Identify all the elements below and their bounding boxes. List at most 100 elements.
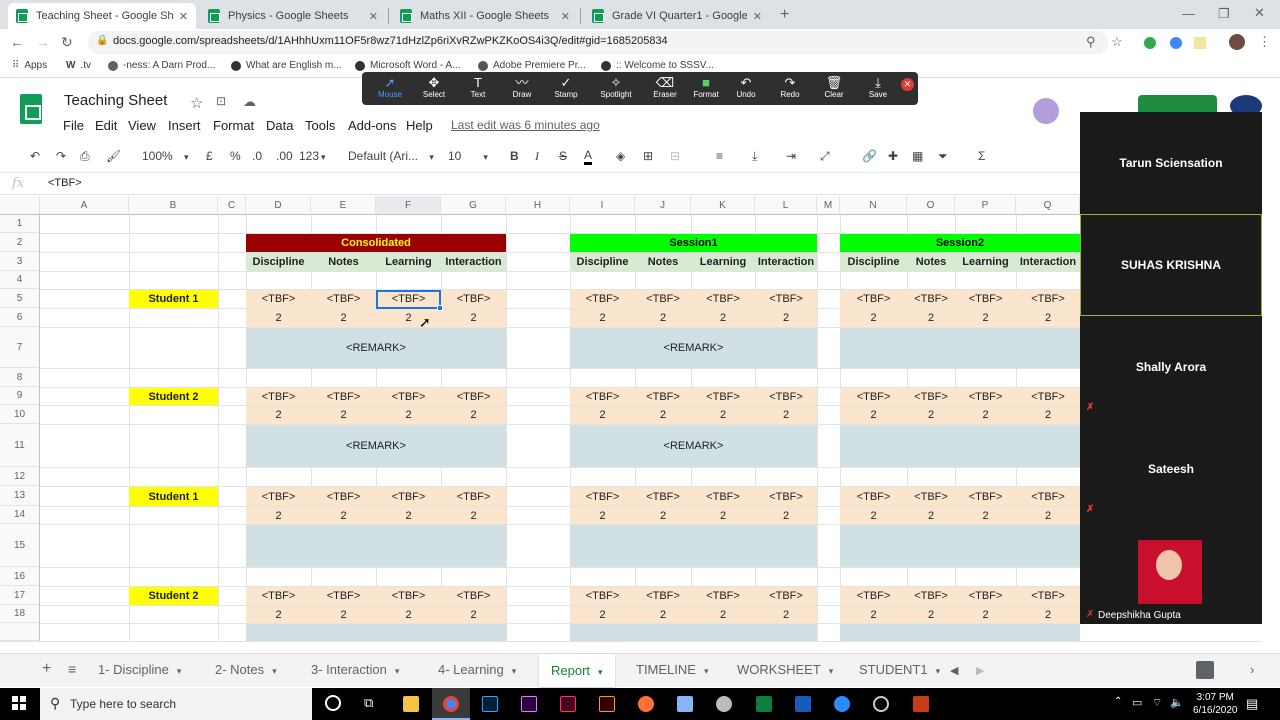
participant-tile-active-speaker[interactable]: SUHAS KRISHNA	[1080, 214, 1262, 316]
row-header[interactable]: 5	[0, 289, 40, 308]
row-header[interactable]: 14	[0, 506, 40, 524]
subheader-cell[interactable]: Interaction	[1016, 253, 1080, 271]
student-name-cell[interactable]: Student 1	[129, 487, 218, 506]
remark-cell[interactable]	[246, 624, 506, 641]
bold-button[interactable]: B	[510, 149, 519, 163]
zoom-select[interactable]: 100% ▾	[142, 149, 189, 163]
side-panel-toggle-icon[interactable]: ›	[1250, 662, 1254, 677]
student-name-cell[interactable]: Student 2	[129, 587, 218, 605]
score-cell[interactable]: 2	[1016, 606, 1080, 623]
browser-tab-grade-vi[interactable]: Grade VI Quarter1 - Google Shee ✕	[584, 3, 770, 29]
annotate-redo-button[interactable]: ↷ Redo	[767, 75, 813, 103]
bookmark-english[interactable]: What are English m...	[231, 60, 342, 71]
tbf-cell[interactable]: <TBF>	[246, 388, 311, 405]
score-cell[interactable]: 2	[441, 606, 506, 623]
app-icon[interactable]	[873, 696, 889, 712]
tbf-cell[interactable]: <TBF>	[570, 487, 635, 506]
remark-cell[interactable]	[840, 525, 1080, 567]
column-header-e[interactable]: E	[311, 196, 376, 215]
close-icon[interactable]: ✕	[561, 10, 570, 23]
extension-icon[interactable]	[1144, 37, 1156, 49]
subheader-cell[interactable]: Learning	[955, 253, 1016, 271]
column-header-i[interactable]: I	[570, 196, 635, 215]
score-cell[interactable]: 2	[840, 309, 907, 327]
task-view-icon[interactable]: ⧉	[364, 695, 373, 711]
tbf-cell[interactable]: <TBF>	[311, 388, 376, 405]
app-icon[interactable]	[716, 696, 732, 712]
browser-tab-maths[interactable]: Maths XII - Google Sheets ✕	[392, 3, 578, 29]
formula-input[interactable]: <TBF>	[48, 177, 82, 189]
remark-cell[interactable]	[840, 328, 1080, 368]
tbf-cell[interactable]: <TBF>	[840, 587, 907, 605]
tbf-cell[interactable]: <TBF>	[755, 290, 817, 308]
tbf-cell[interactable]: <TBF>	[441, 290, 506, 308]
tbf-cell[interactable]: <TBF>	[955, 587, 1016, 605]
notifications-icon[interactable]: ▤	[1246, 696, 1258, 712]
score-cell[interactable]: 2	[907, 406, 955, 424]
row-header[interactable]: 18	[0, 605, 40, 623]
explore-icon[interactable]	[1196, 661, 1214, 679]
undo-icon[interactable]: ↶	[30, 149, 40, 163]
score-cell[interactable]: 2	[907, 309, 955, 327]
participant-tile[interactable]: ✗ Sateesh	[1080, 418, 1262, 520]
score-cell[interactable]: 2	[246, 507, 311, 524]
annotate-undo-button[interactable]: ↶ Undo	[723, 75, 769, 103]
score-cell[interactable]: 2	[311, 606, 376, 623]
tbf-cell[interactable]: <TBF>	[376, 388, 441, 405]
horizontal-scrollbar[interactable]	[0, 641, 1262, 653]
menu-edit[interactable]: Edit	[95, 118, 117, 133]
scroll-tabs-right-icon[interactable]: ▶	[976, 664, 984, 677]
volume-icon[interactable]: 🔈	[1170, 696, 1184, 709]
group-header-session2[interactable]: Session2	[840, 234, 1080, 252]
firefox-icon[interactable]	[638, 696, 654, 712]
column-header-a[interactable]: A	[40, 196, 129, 215]
subheader-cell[interactable]: Notes	[635, 253, 691, 271]
bookmark-apps[interactable]: ⠿ Apps	[12, 60, 47, 71]
cortana-icon[interactable]	[325, 695, 341, 711]
student-name-cell[interactable]: Student 2	[129, 388, 218, 405]
score-cell[interactable]: 2	[246, 309, 311, 327]
score-cell[interactable]: 2	[441, 507, 506, 524]
percent-format-button[interactable]: %	[230, 149, 241, 163]
tbf-cell[interactable]: <TBF>	[311, 487, 376, 506]
tbf-cell[interactable]: <TBF>	[246, 290, 311, 308]
currency-format-button[interactable]: £	[206, 149, 213, 163]
score-cell[interactable]: 2	[691, 606, 755, 623]
score-cell[interactable]: 2	[755, 507, 817, 524]
score-cell[interactable]: 2	[955, 309, 1016, 327]
remark-cell[interactable]	[570, 525, 817, 567]
tbf-cell[interactable]: <TBF>	[907, 587, 955, 605]
row-header[interactable]: 15	[0, 524, 40, 567]
score-cell[interactable]: 2	[570, 309, 635, 327]
column-header-q[interactable]: Q	[1016, 196, 1080, 215]
menu-view[interactable]: View	[128, 118, 156, 133]
tbf-cell[interactable]: <TBF>	[570, 388, 635, 405]
tbf-cell[interactable]: <TBF>	[635, 487, 691, 506]
print-icon[interactable]: ⎙	[80, 149, 90, 164]
star-icon[interactable]: ☆	[190, 94, 203, 112]
tbf-cell[interactable]: <TBF>	[755, 487, 817, 506]
annotate-eraser-button[interactable]: ⌫ Eraser	[642, 75, 688, 103]
app-icon[interactable]	[677, 696, 693, 712]
reload-icon[interactable]: ↻	[61, 34, 73, 51]
column-header-o[interactable]: O	[907, 196, 955, 215]
remark-cell[interactable]: <REMARK>	[246, 425, 506, 467]
subheader-cell[interactable]: Discipline	[246, 253, 311, 271]
annotate-close-icon[interactable]: ✕	[901, 78, 914, 91]
browser-tab-physics[interactable]: Physics - Google Sheets ✕	[200, 3, 386, 29]
annotate-select-button[interactable]: ✥ Select	[411, 75, 457, 103]
row-header[interactable]: 3	[0, 252, 40, 271]
score-cell[interactable]: 2	[376, 606, 441, 623]
insert-chart-icon[interactable]: ▦	[912, 149, 923, 163]
score-cell[interactable]: 2	[441, 406, 506, 424]
score-cell[interactable]: 2	[691, 406, 755, 424]
column-header-l[interactable]: L	[755, 196, 817, 215]
system-clock[interactable]: 3:07 PM 6/16/2020	[1193, 691, 1238, 717]
row-header[interactable]: 1	[0, 215, 40, 233]
subheader-cell[interactable]: Notes	[907, 253, 955, 271]
close-window-icon[interactable]: ✕	[1254, 5, 1265, 21]
subheader-cell[interactable]: Interaction	[755, 253, 817, 271]
remark-cell[interactable]	[246, 525, 506, 567]
font-family-select[interactable]: Default (Ari... ▾	[348, 149, 434, 163]
extension-icon[interactable]	[1170, 37, 1182, 49]
